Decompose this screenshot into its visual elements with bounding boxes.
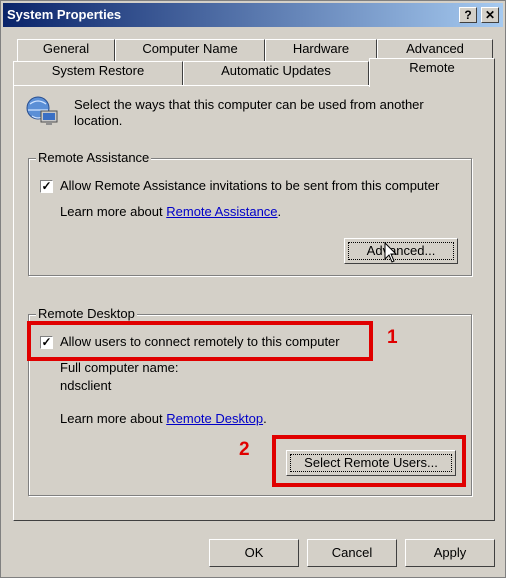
computer-name-label: Full computer name: bbox=[60, 360, 179, 375]
highlight-box-1 bbox=[27, 321, 373, 361]
tab-automatic-updates[interactable]: Automatic Updates bbox=[183, 61, 369, 85]
mouse-cursor-icon bbox=[384, 241, 398, 264]
tab-general[interactable]: General bbox=[17, 39, 115, 61]
highlight-box-2 bbox=[272, 435, 466, 487]
ok-button[interactable]: OK bbox=[209, 539, 299, 567]
annotation-number-2: 2 bbox=[239, 439, 250, 460]
learn-more-prefix: Learn more about bbox=[60, 411, 163, 426]
computer-name-value: ndsclient bbox=[60, 378, 112, 393]
cancel-button[interactable]: Cancel bbox=[307, 539, 397, 567]
apply-button[interactable]: Apply bbox=[405, 539, 495, 567]
annotation-number-1: 1 bbox=[387, 327, 398, 348]
help-button[interactable]: ? bbox=[459, 7, 477, 23]
remote-assistance-link[interactable]: Remote Assistance bbox=[166, 204, 277, 219]
remote-desktop-link[interactable]: Remote Desktop bbox=[166, 411, 263, 426]
intro-text-line1: Select the ways that this computer can b… bbox=[74, 97, 424, 112]
remote-assistance-checkbox[interactable]: ✓ bbox=[40, 180, 53, 193]
remote-assistance-learn-more: Learn more about Remote Assistance. bbox=[60, 204, 281, 219]
title-bar[interactable]: System Properties ? ✕ bbox=[3, 3, 503, 27]
remote-assistance-group-label: Remote Assistance bbox=[36, 150, 152, 165]
learn-more-prefix: Learn more about bbox=[60, 204, 163, 219]
tab-hardware[interactable]: Hardware bbox=[265, 39, 377, 61]
tab-system-restore[interactable]: System Restore bbox=[13, 61, 183, 85]
advanced-button[interactable]: Advanced... bbox=[344, 238, 458, 264]
close-button[interactable]: ✕ bbox=[481, 7, 499, 23]
learn-more-suffix: . bbox=[277, 204, 282, 219]
intro-text-line2: location. bbox=[74, 113, 123, 128]
remote-assistance-checkbox-label[interactable]: Allow Remote Assistance invitations to b… bbox=[60, 178, 439, 193]
system-properties-window: System Properties ? ✕ General Computer N… bbox=[0, 0, 506, 578]
window-title: System Properties bbox=[7, 7, 122, 22]
remote-desktop-group-label: Remote Desktop bbox=[36, 306, 137, 321]
tab-computer-name[interactable]: Computer Name bbox=[115, 39, 265, 61]
remote-desktop-learn-more: Learn more about Remote Desktop. bbox=[60, 411, 267, 426]
learn-more-suffix: . bbox=[263, 411, 267, 426]
focus-rect bbox=[348, 242, 454, 260]
tab-remote[interactable]: Remote bbox=[369, 58, 495, 87]
remote-computer-icon bbox=[24, 94, 60, 130]
